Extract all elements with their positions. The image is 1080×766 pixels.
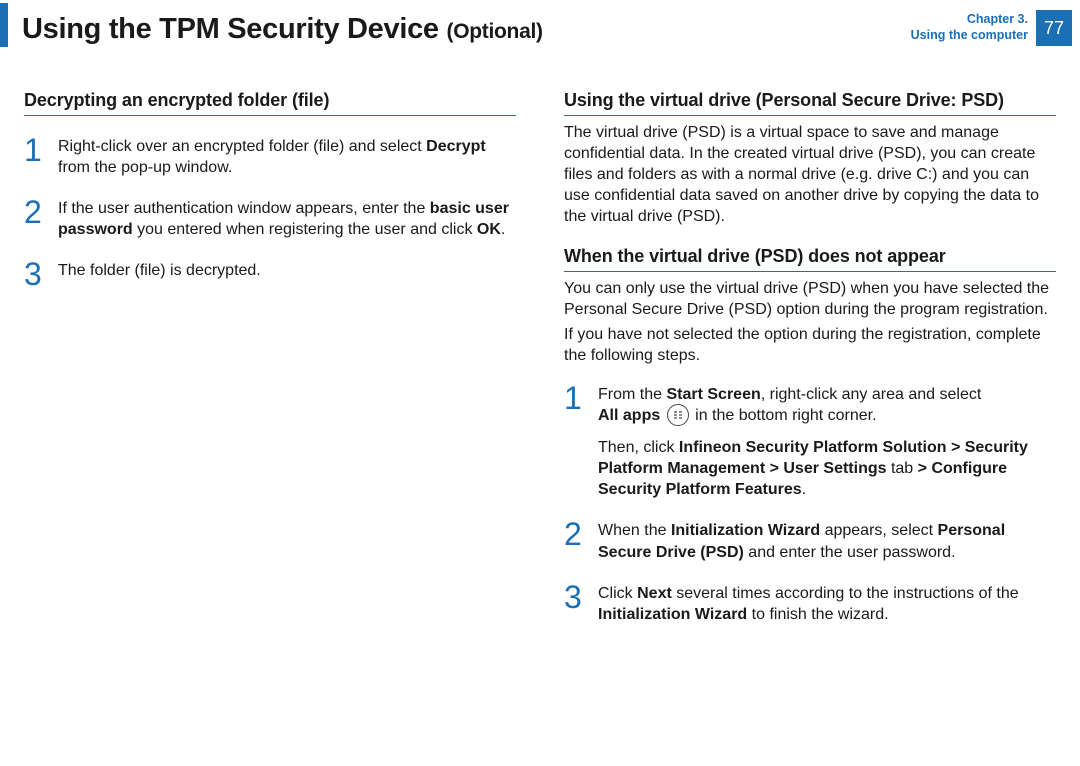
- bold-text: Decrypt: [426, 138, 486, 155]
- right-step-3: 3 Click Next several times according to …: [564, 583, 1056, 625]
- bold-text: OK: [477, 221, 501, 238]
- step-number: 3: [564, 581, 598, 625]
- bold-text: Initialization Wizard: [671, 522, 820, 539]
- right-step-2: 2 When the Initialization Wizard appears…: [564, 520, 1056, 562]
- content-columns: Decrypting an encrypted folder (file) 1 …: [0, 58, 1080, 645]
- text: Then, click: [598, 439, 679, 456]
- psd-para-b: If you have not selected the option duri…: [564, 324, 1056, 366]
- step-number: 1: [24, 134, 58, 178]
- step-body: When the Initialization Wizard appears, …: [598, 520, 1056, 562]
- text: Right-click over an encrypted folder (fi…: [58, 138, 426, 155]
- step-body: From the Start Screen, right-click any a…: [598, 384, 1056, 500]
- text: When the: [598, 522, 671, 539]
- heading-decrypt: Decrypting an encrypted folder (file): [24, 90, 516, 116]
- psd-para-a: You can only use the virtual drive (PSD)…: [564, 278, 1056, 320]
- step-body: The folder (file) is decrypted.: [58, 260, 516, 290]
- page-title-suffix: (Optional): [447, 20, 543, 43]
- chapter-text: Chapter 3. Using the computer: [911, 12, 1028, 43]
- text: If the user authentication window appear…: [58, 200, 430, 217]
- all-apps-icon: [667, 404, 689, 426]
- chapter-line1: Chapter 3.: [911, 12, 1028, 28]
- chapter-line2: Using the computer: [911, 28, 1028, 44]
- bold-text: Initialization Wizard: [598, 606, 747, 623]
- step-number: 3: [24, 258, 58, 290]
- text: From the: [598, 386, 666, 403]
- step-number: 1: [564, 382, 598, 500]
- psd-intro: The virtual drive (PSD) is a virtual spa…: [564, 122, 1056, 228]
- text: , right-click any area and select: [761, 386, 982, 403]
- step-number: 2: [564, 518, 598, 562]
- text: Click: [598, 585, 637, 602]
- step-body: Right-click over an encrypted folder (fi…: [58, 136, 516, 178]
- text: .: [802, 481, 806, 498]
- text: tab: [887, 460, 918, 477]
- page-title-main: Using the TPM Security Device: [22, 13, 439, 45]
- page-header: Using the TPM Security Device (Optional)…: [0, 0, 1080, 58]
- right-column: Using the virtual drive (Personal Secure…: [564, 90, 1056, 645]
- text: appears, select: [820, 522, 937, 539]
- page-number: 77: [1036, 10, 1072, 46]
- heading-psd: Using the virtual drive (Personal Secure…: [564, 90, 1056, 116]
- text: in the bottom right corner.: [695, 407, 876, 424]
- text: several times according to the instructi…: [672, 585, 1019, 602]
- text: and enter the user password.: [744, 544, 956, 561]
- right-step-1: 1 From the Start Screen, right-click any…: [564, 384, 1056, 500]
- text: .: [501, 221, 505, 238]
- text: The folder (file) is decrypted.: [58, 262, 261, 279]
- bold-text: Next: [637, 585, 672, 602]
- heading-psd-noappear: When the virtual drive (PSD) does not ap…: [564, 246, 1056, 272]
- header-accent-bar: [0, 3, 8, 47]
- text: from the pop-up window.: [58, 159, 232, 176]
- left-column: Decrypting an encrypted folder (file) 1 …: [24, 90, 516, 645]
- bold-text: Start Screen: [666, 386, 760, 403]
- step-body: If the user authentication window appear…: [58, 198, 516, 240]
- left-step-3: 3 The folder (file) is decrypted.: [24, 260, 516, 290]
- text: you entered when registering the user an…: [133, 221, 477, 238]
- step-body: Click Next several times according to th…: [598, 583, 1056, 625]
- left-step-1: 1 Right-click over an encrypted folder (…: [24, 136, 516, 178]
- bold-text: All apps: [598, 407, 660, 424]
- text: to finish the wizard.: [747, 606, 888, 623]
- step-number: 2: [24, 196, 58, 240]
- left-step-2: 2 If the user authentication window appe…: [24, 198, 516, 240]
- chapter-block: Chapter 3. Using the computer 77: [911, 10, 1072, 46]
- page-title: Using the TPM Security Device (Optional): [22, 13, 543, 46]
